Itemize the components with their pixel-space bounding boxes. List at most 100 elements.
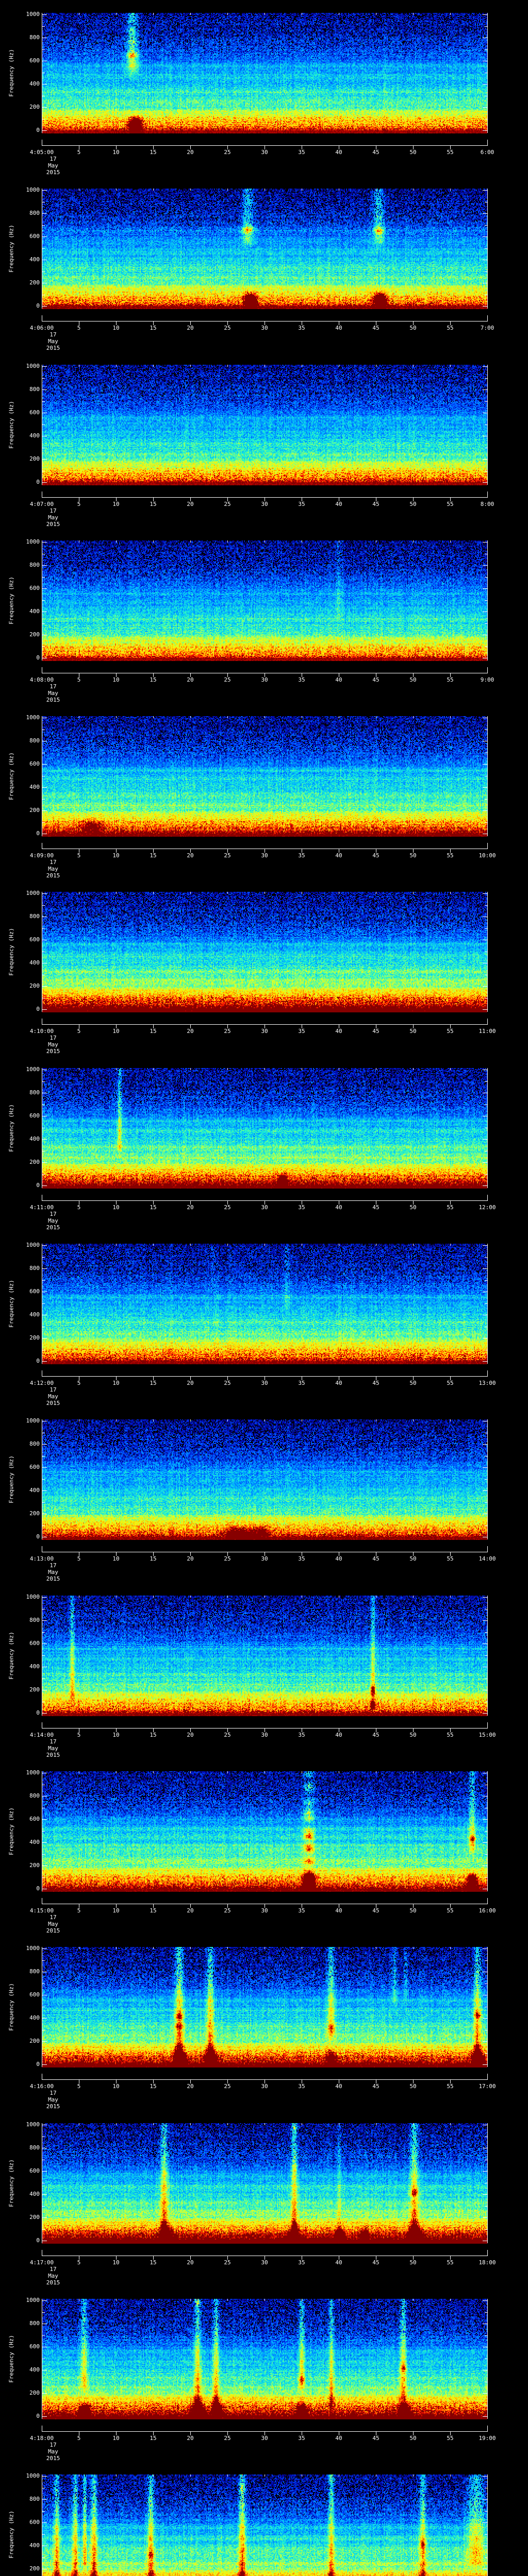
x-tick-label: 45 [372, 852, 380, 859]
spectrogram-canvas [42, 716, 487, 837]
x-tick-label: 40 [335, 1555, 342, 1562]
y-tick-mark [42, 787, 47, 788]
y-tick-mark [42, 1643, 47, 1644]
date-line: May [48, 162, 58, 169]
y-tick-mark [483, 1620, 487, 1621]
y-tick-mark [483, 1842, 487, 1843]
x-tick-label: 15 [150, 1380, 157, 1386]
x-end-time-label: 11:00 [478, 1028, 496, 1035]
x-tick-label: 35 [298, 1204, 305, 1211]
date-line: 17 [50, 507, 57, 514]
x-start-time-label: 4:10:00 [29, 1028, 54, 1035]
x-tick-label: 50 [409, 2435, 417, 2442]
y-tick-label: 800 [29, 1089, 40, 1096]
x-end-time-label: 7:00 [480, 325, 494, 331]
y-axis-line-right [487, 189, 488, 309]
y-tick-mark [483, 565, 487, 566]
date-line: 2015 [46, 2455, 60, 2462]
y-tick-label: 200 [29, 1334, 40, 1341]
x-tick-label: 55 [447, 1380, 454, 1386]
y-tick-label: 0 [36, 2061, 40, 2067]
x-tick-label: 40 [335, 1380, 342, 1386]
plot-top-tick [227, 716, 228, 718]
plot-top-tick [153, 716, 154, 718]
date-line: 17 [50, 1035, 57, 1041]
plot-top-tick [153, 2475, 154, 2477]
x-tick-label: 55 [447, 676, 454, 683]
x-tick-label: 15 [150, 1028, 157, 1035]
plot-top-tick [413, 2475, 414, 2477]
date-line: 2015 [46, 1752, 60, 1758]
x-tick-label: 35 [298, 1028, 305, 1035]
y-tick-label: 1000 [26, 1242, 40, 1248]
x-end-time-label: 16:00 [478, 1907, 496, 1914]
x-tick-label: 5 [77, 1380, 81, 1386]
y-axis-line-right [487, 892, 488, 1012]
plot-top-tick [413, 189, 414, 191]
plot-top-tick [227, 1244, 228, 1246]
y-tick-label: 600 [29, 2343, 40, 2350]
x-tick-label: 30 [261, 676, 268, 683]
y-tick-mark [483, 2476, 487, 2477]
x-tick-label: 10 [112, 852, 120, 859]
y-tick-mark [483, 1009, 487, 1010]
x-tick-label: 5 [77, 852, 81, 859]
plot-top-tick [450, 365, 451, 367]
y-tick-label: 400 [29, 1487, 40, 1494]
y-minor-tick [42, 1303, 45, 1304]
y-tick-mark [42, 236, 47, 237]
y-tick-label: 400 [29, 2542, 40, 2549]
y-minor-tick [42, 2335, 45, 2336]
y-tick-mark [483, 2522, 487, 2523]
y-tick-mark [483, 1597, 487, 1598]
date-line: 2015 [46, 1575, 60, 1582]
x-tick-label: 25 [224, 1204, 231, 1211]
y-tick-mark [483, 459, 487, 460]
y-tick-mark [483, 2300, 487, 2301]
y-tick-mark [483, 236, 487, 237]
x-tick-label: 45 [372, 1555, 380, 1562]
y-axis-line-right [487, 2475, 488, 2576]
y-axis-line-right [487, 716, 488, 836]
date-line: May [48, 2273, 58, 2279]
x-tick-label: 10 [112, 501, 120, 507]
y-axis-line-right [487, 1419, 488, 1539]
time-axis-end-tick [487, 140, 488, 145]
plot-top-tick [450, 1244, 451, 1246]
x-tick-label: 5 [77, 2435, 81, 2442]
y-minor-tick [42, 378, 45, 379]
plot-top-tick [116, 1419, 117, 1421]
y-minor-tick [42, 1479, 45, 1480]
y-tick-mark [42, 14, 47, 15]
y-tick-mark [42, 986, 47, 987]
x-tick-label: 5 [77, 149, 81, 156]
y-tick-label: 600 [29, 57, 40, 64]
x-tick-label: 55 [447, 149, 454, 156]
y-minor-tick [42, 905, 45, 906]
x-end-time-label: 17:00 [478, 2083, 496, 2090]
x-tick-label: 15 [150, 325, 157, 331]
x-tick-label: 20 [187, 501, 194, 507]
y-minor-tick [42, 118, 45, 120]
plot-top-tick [413, 2123, 414, 2125]
y-minor-tick [42, 1174, 45, 1175]
plot-top-tick [153, 365, 154, 367]
x-tick-label: 15 [150, 1732, 157, 1738]
x-tick-label: 45 [372, 676, 380, 683]
y-axis-title: Frequency (Hz) [8, 1104, 15, 1152]
plot-top-tick [413, 1419, 414, 1421]
y-minor-tick [42, 401, 45, 402]
y-tick-mark [483, 588, 487, 589]
x-tick-label: 35 [298, 1555, 305, 1562]
y-minor-tick [42, 26, 45, 27]
x-tick-label: 10 [112, 2083, 120, 2090]
time-axis-end-tick [487, 1195, 488, 1200]
spectrogram-panel: Frequency (Hz) 0 200 400 600 800 1000 5 10 15 20 25… [0, 703, 528, 879]
y-tick-mark [483, 2499, 487, 2500]
plot-top-tick [116, 365, 117, 367]
y-tick-label: 600 [29, 2167, 40, 2174]
plot-top-tick [227, 1596, 228, 1598]
y-tick-label: 400 [29, 1839, 40, 1845]
x-end-time-label: 18:00 [478, 2259, 496, 2266]
plot-top-tick [450, 1771, 451, 1773]
